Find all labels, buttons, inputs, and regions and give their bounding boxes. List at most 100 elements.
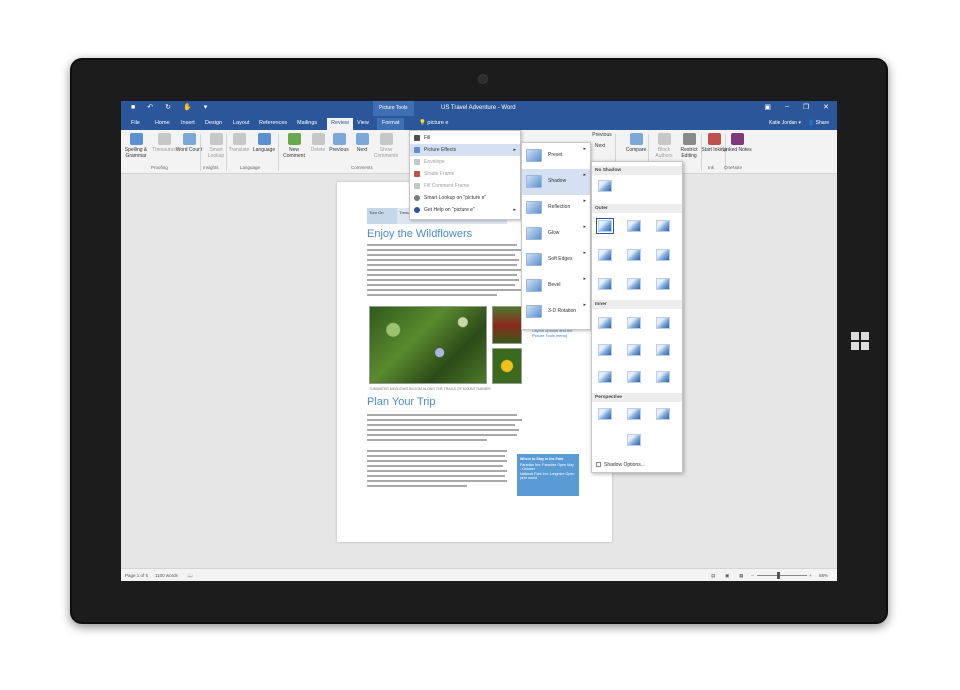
menu-item-shade-frame[interactable]: Shade Frame <box>410 168 520 180</box>
shadow-inner-option[interactable] <box>627 344 641 356</box>
shadow-outer-option[interactable] <box>627 220 641 232</box>
shadow-perspective-option[interactable] <box>627 434 641 446</box>
customize-qat-icon[interactable]: ▾ <box>204 104 208 112</box>
menu-item-fill-comment-frame[interactable]: Fill Comment Frame <box>410 180 520 192</box>
shadow-perspective-option[interactable] <box>656 408 670 420</box>
effect-reflection[interactable]: Reflection ▸ <box>522 195 590 221</box>
thesaurus-label: Thesaurus <box>152 147 176 153</box>
web-layout-icon[interactable]: ▦ <box>739 573 743 579</box>
show-comments-button[interactable]: Show Comments <box>371 133 401 159</box>
sidebar-box: Where to Stay in the Park Paradise Inn: … <box>517 454 579 496</box>
shadow-inner-option[interactable] <box>627 371 641 383</box>
shadow-inner-option[interactable] <box>656 371 670 383</box>
restore-icon[interactable]: ❐ <box>803 103 809 111</box>
tab-home[interactable]: Home <box>155 120 170 126</box>
text-line <box>367 269 522 271</box>
page-count[interactable]: Page 1 of 5 <box>125 573 148 578</box>
tab-format[interactable]: Format <box>377 118 405 130</box>
effect-shadow[interactable]: Shadow ▸ <box>522 169 590 195</box>
tell-me-search[interactable]: 💡 picture e <box>419 120 449 126</box>
previous-change-button[interactable]: Previous <box>591 132 613 138</box>
menu-item-get-help[interactable]: Get Help on "picture e" ▸ <box>410 204 520 216</box>
text-line <box>367 465 503 467</box>
wildflower-meadow-photo[interactable] <box>369 306 487 384</box>
tab-file[interactable]: File <box>131 120 140 126</box>
share-button[interactable]: 👤 Share <box>808 120 829 126</box>
shadow-inner-option[interactable] <box>627 317 641 329</box>
tab-references[interactable]: References <box>259 120 287 126</box>
compare-button[interactable]: Compare <box>621 133 651 153</box>
shadow-none-option[interactable] <box>598 180 612 192</box>
new-comment-icon <box>287 133 301 145</box>
shadow-inner-option[interactable] <box>598 317 612 329</box>
minimize-icon[interactable]: – <box>785 103 789 111</box>
tab-design[interactable]: Design <box>205 120 222 126</box>
shadow-inner-option[interactable] <box>656 317 670 329</box>
tab-view[interactable]: View <box>357 120 369 126</box>
zoom-in-icon[interactable]: + <box>809 573 812 578</box>
zoom-level[interactable]: 68% <box>819 573 828 578</box>
zoom-out-icon[interactable]: – <box>751 573 754 578</box>
delete-comment-icon <box>311 133 325 145</box>
shadow-outer-option[interactable] <box>598 249 612 261</box>
effect-bevel[interactable]: Bevel ▸ <box>522 273 590 299</box>
window-controls: ▣ – ❐ ✕ <box>764 103 829 111</box>
effect-glow[interactable]: Glow ▸ <box>522 221 590 247</box>
shadow-outer-option[interactable] <box>656 278 670 290</box>
tab-mailings[interactable]: Mailings <box>297 120 317 126</box>
shadow-outer-option[interactable] <box>596 218 614 234</box>
user-account[interactable]: Katie Jordan ▾ <box>769 120 801 126</box>
undo-icon[interactable]: ↶ <box>147 104 153 112</box>
tab-layout[interactable]: Layout <box>233 120 250 126</box>
red-flower-photo[interactable] <box>492 306 522 344</box>
tab-review[interactable]: Review <box>327 118 354 130</box>
shadow-inner-option[interactable] <box>656 344 670 356</box>
shadow-options-link[interactable]: Shadow Options... <box>596 462 645 468</box>
shadow-outer-option[interactable] <box>627 278 641 290</box>
language-button[interactable]: Language <box>249 133 279 153</box>
effect-soft-edges[interactable]: Soft Edges ▸ <box>522 247 590 273</box>
menu-item-smart-lookup[interactable]: Smart Lookup on "picture e" <box>410 192 520 204</box>
word-count[interactable]: 1100 words <box>155 573 178 578</box>
save-icon[interactable]: ■ <box>131 104 135 112</box>
group-onenote: OneNote <box>724 165 743 170</box>
read-mode-icon[interactable]: ▤ <box>711 573 715 579</box>
shadow-perspective-option[interactable] <box>627 408 641 420</box>
menu-item-envelope[interactable]: Envelope <box>410 156 520 168</box>
tell-me-text[interactable]: picture e <box>427 120 448 126</box>
menu-item-picture-effects[interactable]: Picture Effects ▸ <box>410 144 520 156</box>
submenu-arrow-icon: ▸ <box>583 302 586 308</box>
effect-3d-rotation[interactable]: 3-D Rotation ▸ <box>522 299 590 325</box>
proofing-status-icon[interactable]: 📖 <box>187 573 193 579</box>
touch-mode-icon[interactable]: ✋ <box>183 104 192 112</box>
spelling-grammar-button[interactable]: Spelling & Grammar <box>121 133 151 159</box>
gallery-section-outer: Outer <box>592 204 682 213</box>
print-layout-icon[interactable]: ▣ <box>725 573 729 579</box>
language-icon <box>257 133 271 145</box>
tab-insert[interactable]: Insert <box>181 120 195 126</box>
shadow-outer-option[interactable] <box>656 249 670 261</box>
shadow-inner-option[interactable] <box>598 371 612 383</box>
shadow-outer-option[interactable] <box>656 220 670 232</box>
shadow-outer-option[interactable] <box>598 278 612 290</box>
sidebar-item: Paradise Inn: Paradise Open May - Octobe… <box>520 462 574 471</box>
effect-preset[interactable]: Preset ▸ <box>522 143 590 169</box>
linked-notes-button[interactable]: Linked Notes <box>722 133 752 153</box>
shadow-outer-option[interactable] <box>627 249 641 261</box>
yellow-flower-photo[interactable] <box>492 348 522 384</box>
effect-label: Soft Edges <box>548 256 573 262</box>
picture-effects-icon <box>414 147 420 153</box>
zoom-slider-handle[interactable] <box>777 572 780 579</box>
redo-icon[interactable]: ↻ <box>165 104 171 112</box>
menu-item-fill[interactable]: Fill <box>410 132 520 144</box>
next-change-button[interactable]: Next <box>589 143 611 149</box>
windows-logo-icon[interactable] <box>851 332 870 351</box>
text-line <box>367 294 497 296</box>
title-bar: ■ ↶ ↻ ✋ ▾ Picture Tools US Travel Advent… <box>121 101 837 116</box>
shadow-inner-option[interactable] <box>598 344 612 356</box>
ribbon-display-icon[interactable]: ▣ <box>764 103 771 111</box>
close-icon[interactable]: ✕ <box>823 103 829 111</box>
shadow-perspective-option[interactable] <box>598 408 612 420</box>
text-line <box>367 279 519 281</box>
zoom-slider[interactable] <box>757 575 807 576</box>
